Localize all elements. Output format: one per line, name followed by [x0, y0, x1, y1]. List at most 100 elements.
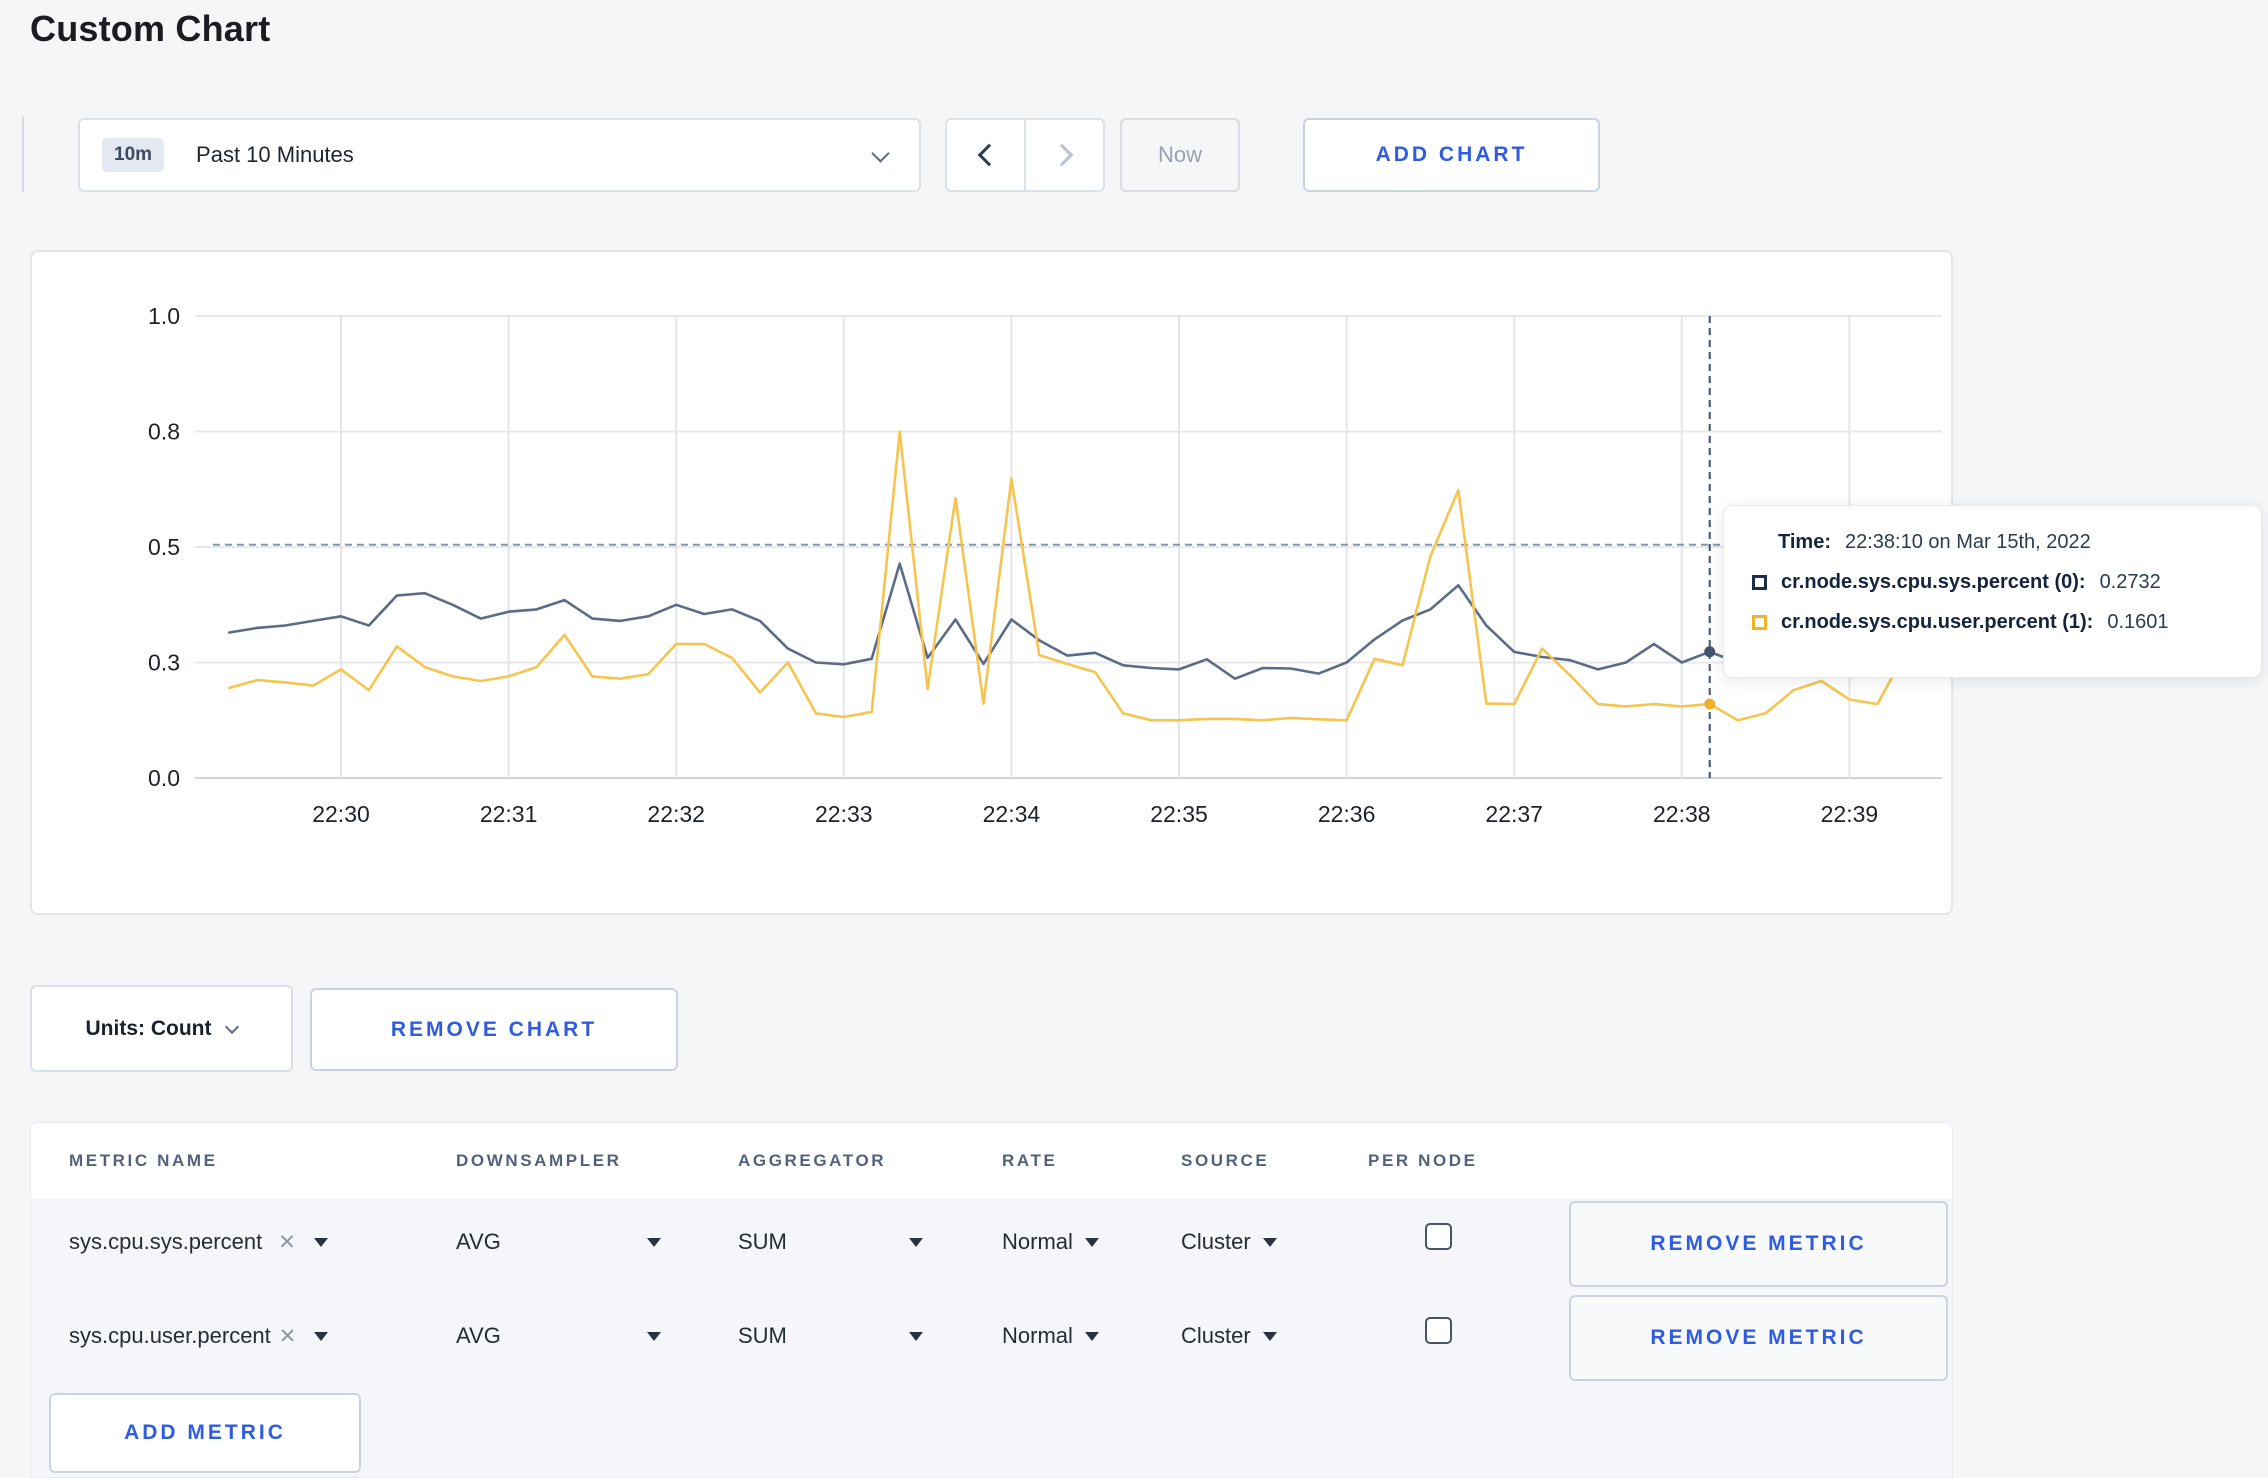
rate-select[interactable]: Normal	[1002, 1323, 1099, 1349]
caret-down-icon	[1262, 1331, 1277, 1341]
series-line-sys	[228, 562, 1907, 681]
column-header-rate: RATE	[1002, 1151, 1058, 1170]
downsampler-select[interactable]: AVG	[456, 1323, 661, 1349]
downsampler-value: AVG	[456, 1323, 501, 1348]
chart-card: 0.0 0.3 0.5 0.8 1.0 22:30 22:31 22:32 22:33 22:34…	[30, 250, 1953, 915]
y-axis-tick-label: 1.0	[148, 303, 180, 329]
tooltip-time-label: Time:	[1778, 530, 1831, 553]
column-header-metric-name: METRIC NAME	[69, 1151, 218, 1170]
x-axis-tick-label: 22:30	[312, 801, 370, 827]
aggregator-select[interactable]: SUM	[738, 1323, 923, 1349]
series-sys-swatch-icon	[1752, 574, 1767, 590]
add-chart-button[interactable]: ADD CHART	[1303, 118, 1600, 192]
y-axis-tick-label: 0.8	[148, 419, 180, 445]
caret-down-icon	[909, 1331, 923, 1341]
x-axis-tick-label: 22:34	[983, 801, 1041, 827]
cpu-metrics-chart[interactable]: 0.0 0.3 0.5 0.8 1.0 22:30 22:31 22:32 22:33 22:34…	[32, 252, 1955, 917]
y-axis-tick-label: 0.0	[148, 765, 180, 791]
remove-metric-label: REMOVE METRIC	[1650, 1326, 1867, 1349]
aggregator-select[interactable]: SUM	[738, 1229, 923, 1255]
tooltip-user-label: cr.node.sys.cpu.user.percent (1):	[1781, 610, 2094, 633]
chevron-down-icon	[225, 1019, 240, 1034]
chevron-down-icon	[871, 144, 890, 163]
chevron-left-icon	[977, 143, 1000, 167]
x-axis-tick-label: 22:35	[1150, 801, 1208, 827]
time-step-group	[945, 118, 1105, 192]
metrics-table-header: METRIC NAME DOWNSAMPLER AGGREGATOR RATE …	[31, 1123, 1952, 1199]
x-axis-tick-label: 22:38	[1653, 801, 1711, 827]
x-axis-tick-label: 22:32	[647, 801, 705, 827]
hover-dot-user	[1704, 698, 1716, 710]
source-value: Cluster	[1181, 1229, 1251, 1254]
source-select[interactable]: Cluster	[1181, 1323, 1277, 1349]
previous-range-button[interactable]	[947, 120, 1024, 190]
y-axis-tick-label: 0.5	[148, 534, 180, 560]
units-label: Units: Count	[85, 1016, 212, 1040]
metric-row-user: sys.cpu.user.percent ✕ AVG SUM Normal Cl…	[31, 1295, 1952, 1381]
remove-metric-label: REMOVE METRIC	[1650, 1232, 1867, 1255]
add-metric-button[interactable]: ADD METRIC	[49, 1393, 361, 1473]
clear-metric-icon[interactable]: ✕	[278, 1230, 296, 1255]
tooltip-sys-label: cr.node.sys.cpu.sys.percent (0):	[1781, 570, 2086, 593]
caret-down-icon	[909, 1237, 923, 1247]
metric-name-select[interactable]: sys.cpu.sys.percent ✕	[69, 1229, 381, 1255]
metric-name-value: sys.cpu.sys.percent	[69, 1229, 263, 1254]
caret-down-icon	[1084, 1237, 1099, 1247]
page-title: Custom Chart	[30, 8, 271, 49]
source-select[interactable]: Cluster	[1181, 1229, 1277, 1255]
aggregator-value: SUM	[738, 1323, 787, 1348]
source-value: Cluster	[1181, 1323, 1251, 1348]
tooltip-time-value: 22:38:10 on Mar 15th, 2022	[1844, 530, 2091, 553]
chevron-right-icon	[1050, 143, 1073, 167]
chart-tooltip: Time: 22:38:10 on Mar 15th, 2022 cr.node…	[1723, 505, 2262, 678]
x-axis-tick-label: 22:39	[1821, 801, 1879, 827]
time-range-badge: 10m	[102, 138, 165, 172]
per-node-checkbox[interactable]	[1425, 1223, 1452, 1250]
column-header-source: SOURCE	[1181, 1151, 1270, 1170]
rate-value: Normal	[1002, 1323, 1073, 1348]
metrics-table: METRIC NAME DOWNSAMPLER AGGREGATOR RATE …	[30, 1122, 1953, 1478]
x-axis-tick-label: 22:37	[1485, 801, 1543, 827]
per-node-checkbox[interactable]	[1425, 1317, 1452, 1344]
clear-metric-icon[interactable]: ✕	[279, 1324, 297, 1349]
remove-chart-label: REMOVE CHART	[390, 1017, 598, 1041]
add-chart-label: ADD CHART	[1375, 143, 1528, 166]
metric-name-value: sys.cpu.user.percent	[69, 1323, 271, 1348]
x-axis-tick-label: 22:31	[480, 801, 538, 827]
metric-row-sys: sys.cpu.sys.percent ✕ AVG SUM Normal Clu…	[31, 1201, 1952, 1287]
series-line-user	[228, 430, 1907, 722]
next-range-button[interactable]	[1024, 120, 1103, 190]
time-range-label: Past 10 Minutes	[196, 142, 354, 167]
rate-select[interactable]: Normal	[1002, 1229, 1099, 1255]
add-metric-label: ADD METRIC	[124, 1421, 286, 1444]
rate-value: Normal	[1002, 1229, 1073, 1254]
y-axis-tick-label: 0.3	[148, 650, 180, 676]
caret-down-icon	[1262, 1237, 1277, 1247]
remove-chart-button[interactable]: REMOVE CHART	[310, 988, 678, 1071]
aggregator-value: SUM	[738, 1229, 787, 1254]
caret-down-icon	[647, 1237, 661, 1247]
tooltip-sys-value: 0.2732	[2099, 570, 2161, 593]
series-user-swatch-icon	[1752, 614, 1767, 630]
downsampler-value: AVG	[456, 1229, 501, 1254]
column-header-aggregator: AGGREGATOR	[738, 1151, 887, 1170]
time-range-select[interactable]: 10m Past 10 Minutes	[78, 118, 921, 192]
metric-name-select[interactable]: sys.cpu.user.percent ✕	[69, 1323, 381, 1349]
caret-down-icon	[647, 1331, 661, 1341]
toolbar-divider	[22, 116, 24, 192]
downsampler-select[interactable]: AVG	[456, 1229, 661, 1255]
now-button-label: Now	[1157, 142, 1202, 167]
caret-down-icon	[314, 1331, 329, 1341]
x-axis-tick-label: 22:33	[815, 801, 873, 827]
caret-down-icon	[1084, 1331, 1099, 1341]
caret-down-icon	[313, 1237, 328, 1247]
x-axis-tick-label: 22:36	[1318, 801, 1376, 827]
now-button[interactable]: Now	[1120, 118, 1240, 192]
units-select[interactable]: Units: Count	[30, 985, 293, 1072]
remove-metric-button[interactable]: REMOVE METRIC	[1569, 1295, 1948, 1381]
tooltip-user-value: 0.1601	[2107, 610, 2169, 633]
remove-metric-button[interactable]: REMOVE METRIC	[1569, 1201, 1948, 1287]
column-header-downsampler: DOWNSAMPLER	[456, 1151, 622, 1170]
hover-dot-sys	[1704, 646, 1716, 658]
column-header-per-node: PER NODE	[1368, 1151, 1478, 1170]
